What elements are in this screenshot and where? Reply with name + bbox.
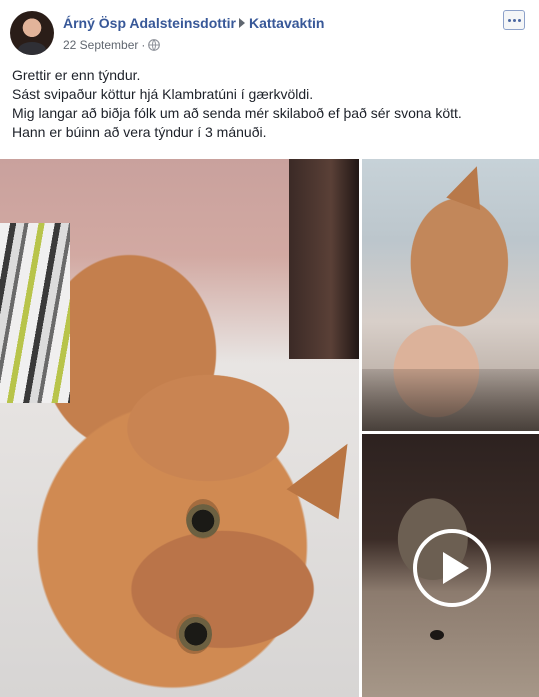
post-text-line: Sást svipaður köttur hjá Klambratúni í g…	[12, 86, 314, 102]
photo-top[interactable]	[362, 159, 539, 431]
background-door	[289, 159, 359, 359]
ellipsis-icon[interactable]	[503, 10, 525, 30]
cat-eye	[176, 614, 212, 654]
striped-pillow	[0, 223, 70, 403]
post-header: Árný Ösp Adalsteinsdottir Kattavaktin 22 …	[10, 10, 529, 56]
meta-separator: ·	[141, 38, 146, 52]
post-text-line: Mig langar að biðja fólk um að senda mér…	[12, 105, 462, 121]
video-thumbnail[interactable]	[362, 434, 539, 697]
cat-ear	[446, 160, 494, 210]
author-avatar[interactable]	[10, 11, 54, 55]
globe-icon[interactable]	[148, 39, 161, 51]
arrow-right-icon	[238, 18, 245, 28]
cat-eye	[186, 499, 220, 539]
post-text-line: Grettir er enn týndur.	[12, 67, 141, 83]
post-meta: 22 September ·	[63, 38, 161, 52]
post-date-link[interactable]: 22 September	[63, 38, 138, 52]
author-line: Árný Ösp Adalsteinsdottir Kattavaktin	[63, 15, 324, 31]
post-text-line: Hann er búinn að vera týndur í 3 mánuði.	[12, 124, 267, 140]
post-text: Grettir er enn týndur. Sást svipaður köt…	[12, 66, 527, 142]
floor-object	[430, 630, 444, 640]
author-name-link[interactable]: Árný Ösp Adalsteinsdottir	[63, 15, 236, 31]
feed-post: Árný Ösp Adalsteinsdottir Kattavaktin 22 …	[0, 0, 539, 697]
play-icon[interactable]	[413, 529, 491, 607]
photo-shadow	[362, 369, 539, 431]
cat-ear	[286, 428, 359, 520]
photo-main[interactable]	[0, 159, 359, 697]
group-name-link[interactable]: Kattavaktin	[249, 15, 324, 31]
